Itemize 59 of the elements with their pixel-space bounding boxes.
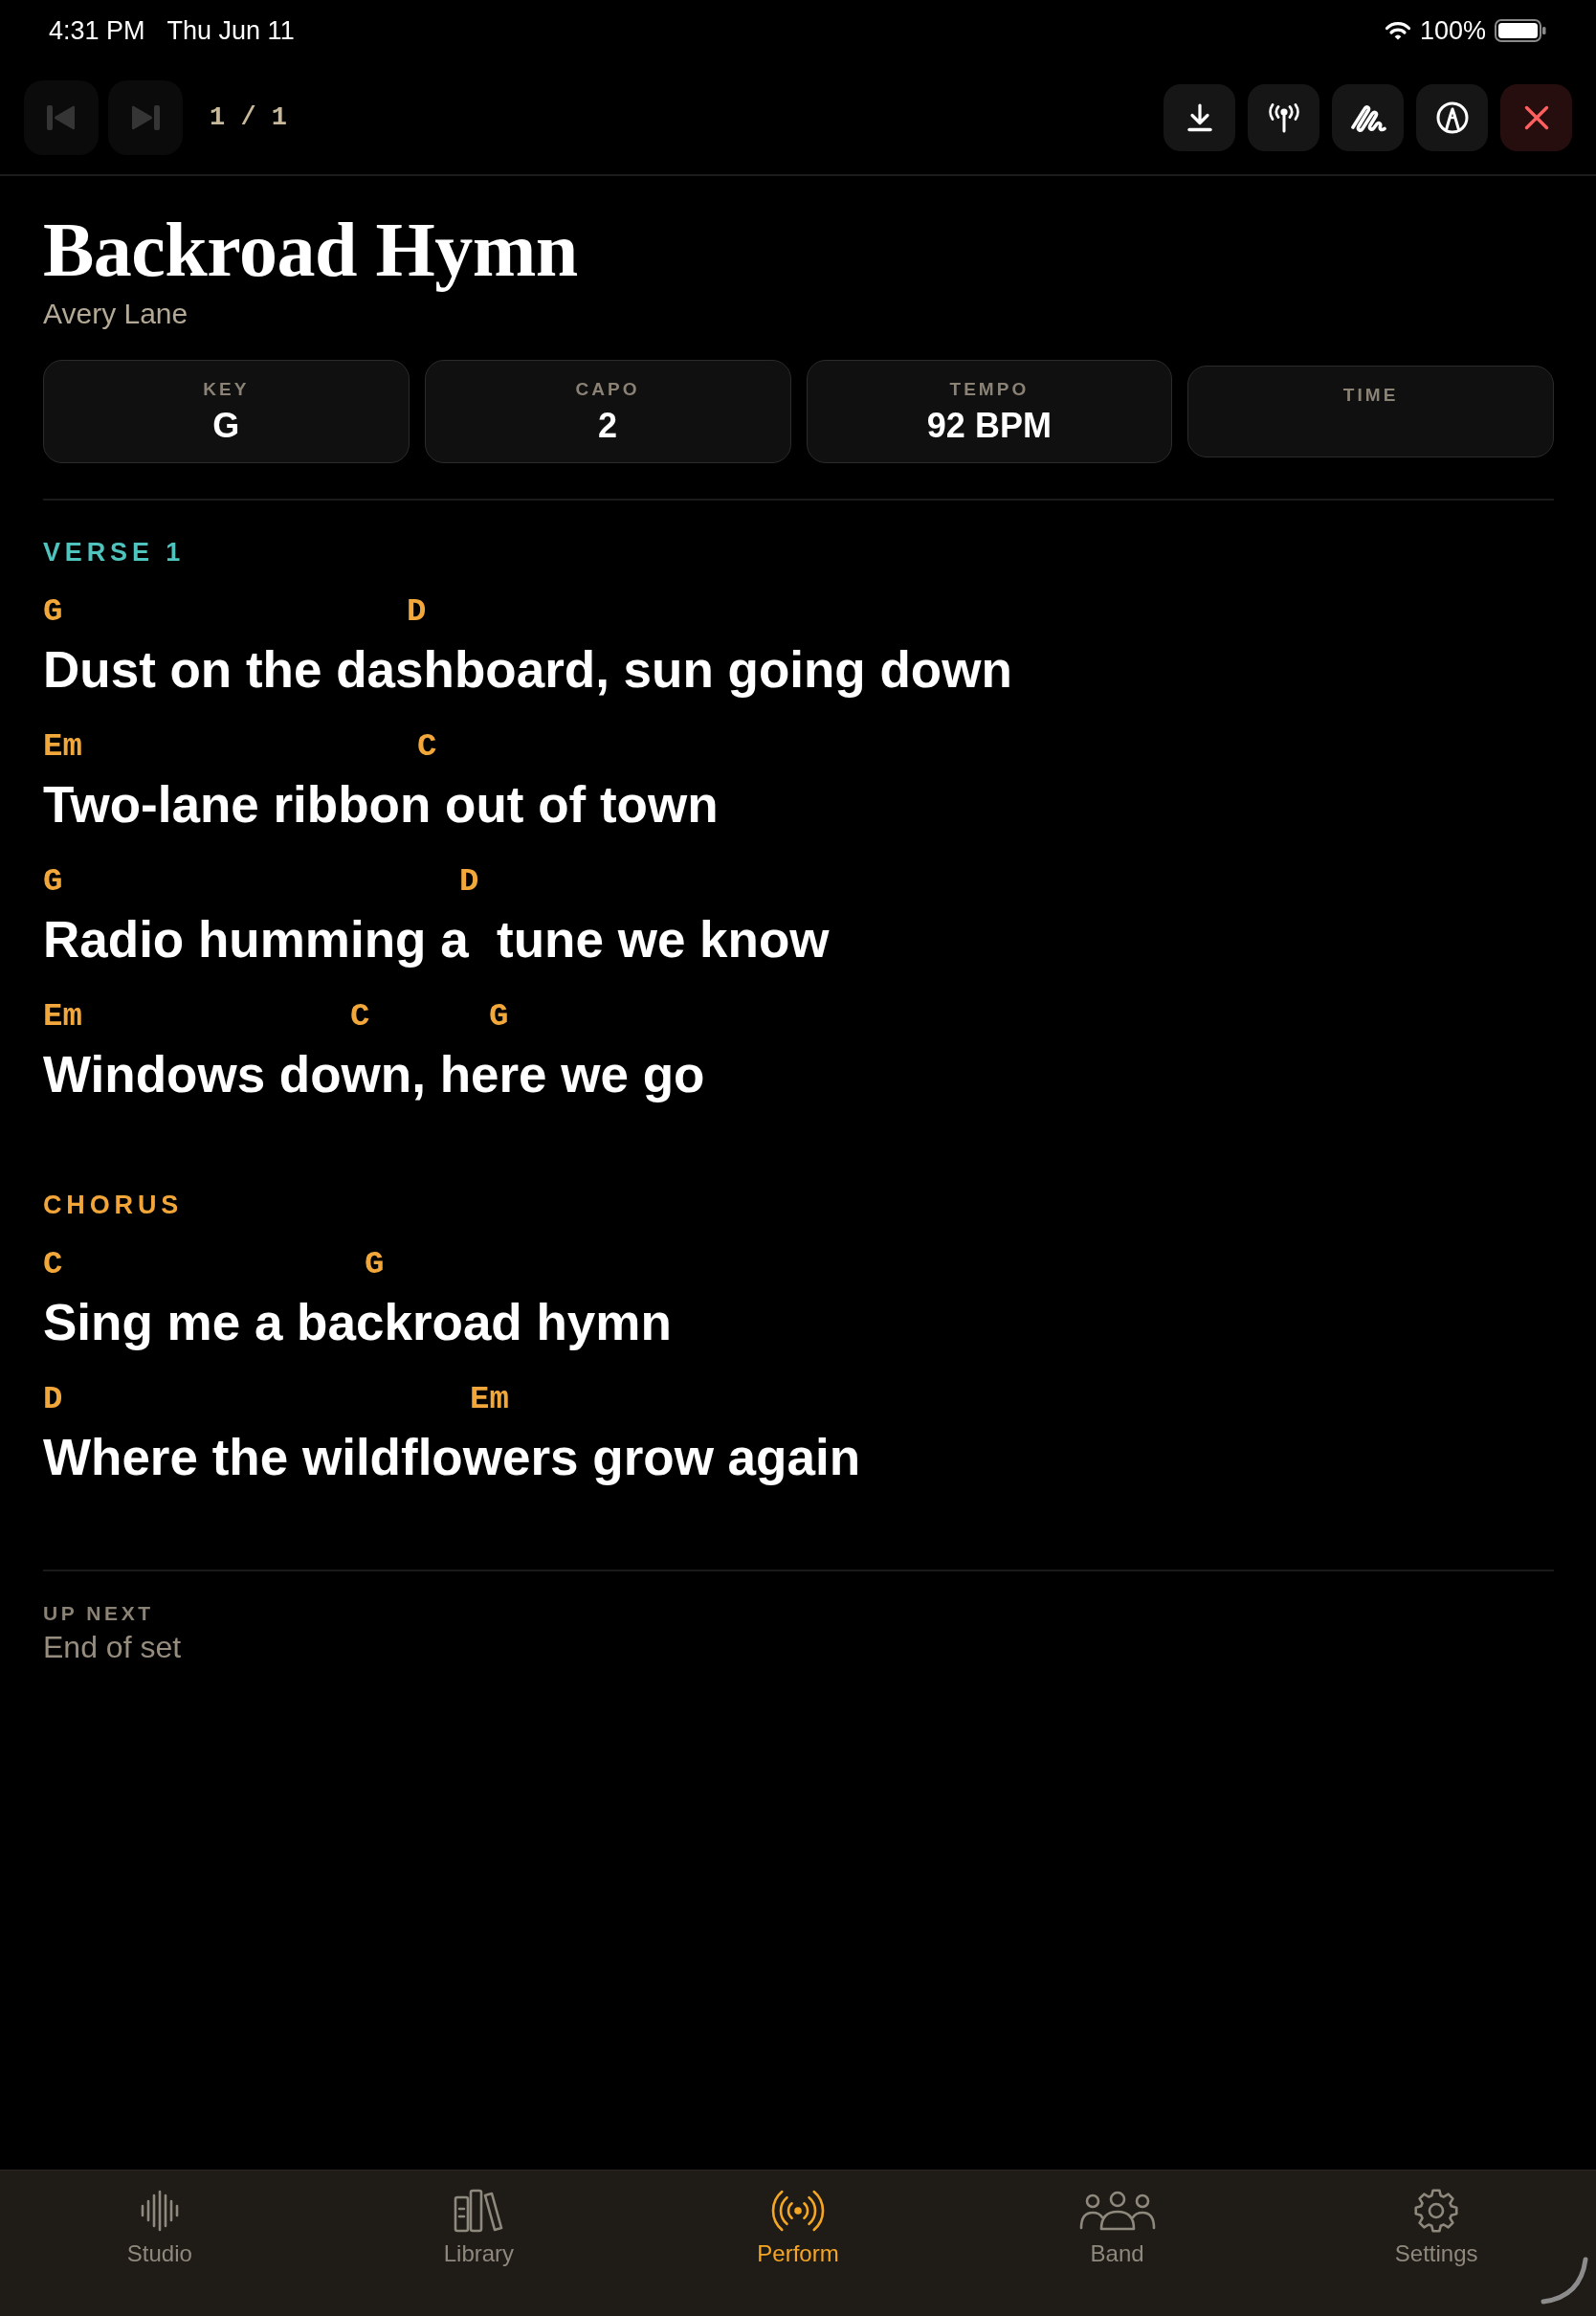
- pen-nib-circle-icon: [1435, 101, 1469, 134]
- download-icon: [1186, 103, 1213, 132]
- download-button[interactable]: [1164, 84, 1235, 151]
- chord-symbol: C: [350, 998, 370, 1035]
- battery-icon: [1495, 19, 1546, 42]
- lyric-line: Windows down, here we go: [43, 1045, 706, 1104]
- chord-symbol: Em: [43, 998, 82, 1035]
- chord-symbol: D: [459, 863, 479, 900]
- info-value: 2: [597, 405, 619, 446]
- chord-symbol: D: [43, 1381, 63, 1417]
- tab-item[interactable]: Settings: [1276, 2171, 1596, 2316]
- lyric-line: Two-lane ribbon out of town: [43, 775, 720, 835]
- artist-name: Avery Lane: [43, 297, 189, 331]
- tab-item[interactable]: Library: [319, 2171, 639, 2316]
- wifi-icon: [1384, 21, 1411, 40]
- tab-item[interactable]: Band: [957, 2171, 1277, 2316]
- section-label: CHORUS: [43, 1190, 185, 1220]
- chord-symbol: C: [43, 1246, 63, 1282]
- scribble-icon: [1349, 102, 1386, 133]
- lyric-line: Radio humming a tune we know: [43, 910, 831, 969]
- chord-symbol: Em: [43, 728, 82, 765]
- skip-back-icon: [46, 104, 77, 131]
- info-label: TEMPO: [948, 378, 1031, 400]
- chord-symbol: G: [365, 1246, 385, 1282]
- people-icon: [1077, 2190, 1157, 2232]
- settings-icon: [1413, 2188, 1460, 2234]
- info-value: G: [211, 405, 241, 446]
- books-icon: [453, 2188, 505, 2234]
- status-date: Thu Jun 11: [166, 15, 295, 46]
- pen-button[interactable]: [1416, 84, 1488, 151]
- lyric-line: Where the wildflowers grow again: [43, 1428, 861, 1487]
- chord-symbol: G: [43, 863, 63, 900]
- close-button[interactable]: [1500, 84, 1572, 151]
- section-label: VERSE 1: [43, 537, 187, 568]
- tab-item[interactable]: Studio: [0, 2171, 320, 2316]
- lyric-line: Sing me a backroad hymn: [43, 1293, 673, 1352]
- chord-symbol: C: [417, 728, 437, 765]
- battery-percent: 100%: [1419, 15, 1486, 46]
- info-label: KEY: [202, 378, 251, 400]
- info-label: TIME: [1341, 384, 1400, 406]
- page-counter: 1 / 1: [210, 101, 287, 134]
- tab-item[interactable]: Perform: [638, 2171, 958, 2316]
- chord-symbol: G: [43, 593, 63, 630]
- chord-symbol: G: [489, 998, 509, 1035]
- lyric-line: Dust on the dashboard, sun going down: [43, 640, 1013, 700]
- chord-symbol: D: [407, 593, 427, 630]
- status-time: 4:31 PM: [49, 15, 145, 46]
- up-next-label: UP NEXT: [43, 1601, 155, 1625]
- up-next-value: End of set: [43, 1629, 183, 1665]
- info-value: 92 BPM: [925, 405, 1053, 446]
- chord-symbol: Em: [470, 1381, 509, 1417]
- info-label: CAPO: [574, 378, 641, 400]
- song-title: Backroad Hymn: [43, 208, 579, 292]
- close-icon: [1523, 105, 1549, 130]
- broadcast-icon: [769, 2190, 827, 2232]
- skip-forward-icon: [130, 104, 161, 131]
- corner-arc-icon: [1541, 2257, 1588, 2305]
- broadcast-button[interactable]: [1248, 84, 1319, 151]
- scribble-button[interactable]: [1332, 84, 1404, 151]
